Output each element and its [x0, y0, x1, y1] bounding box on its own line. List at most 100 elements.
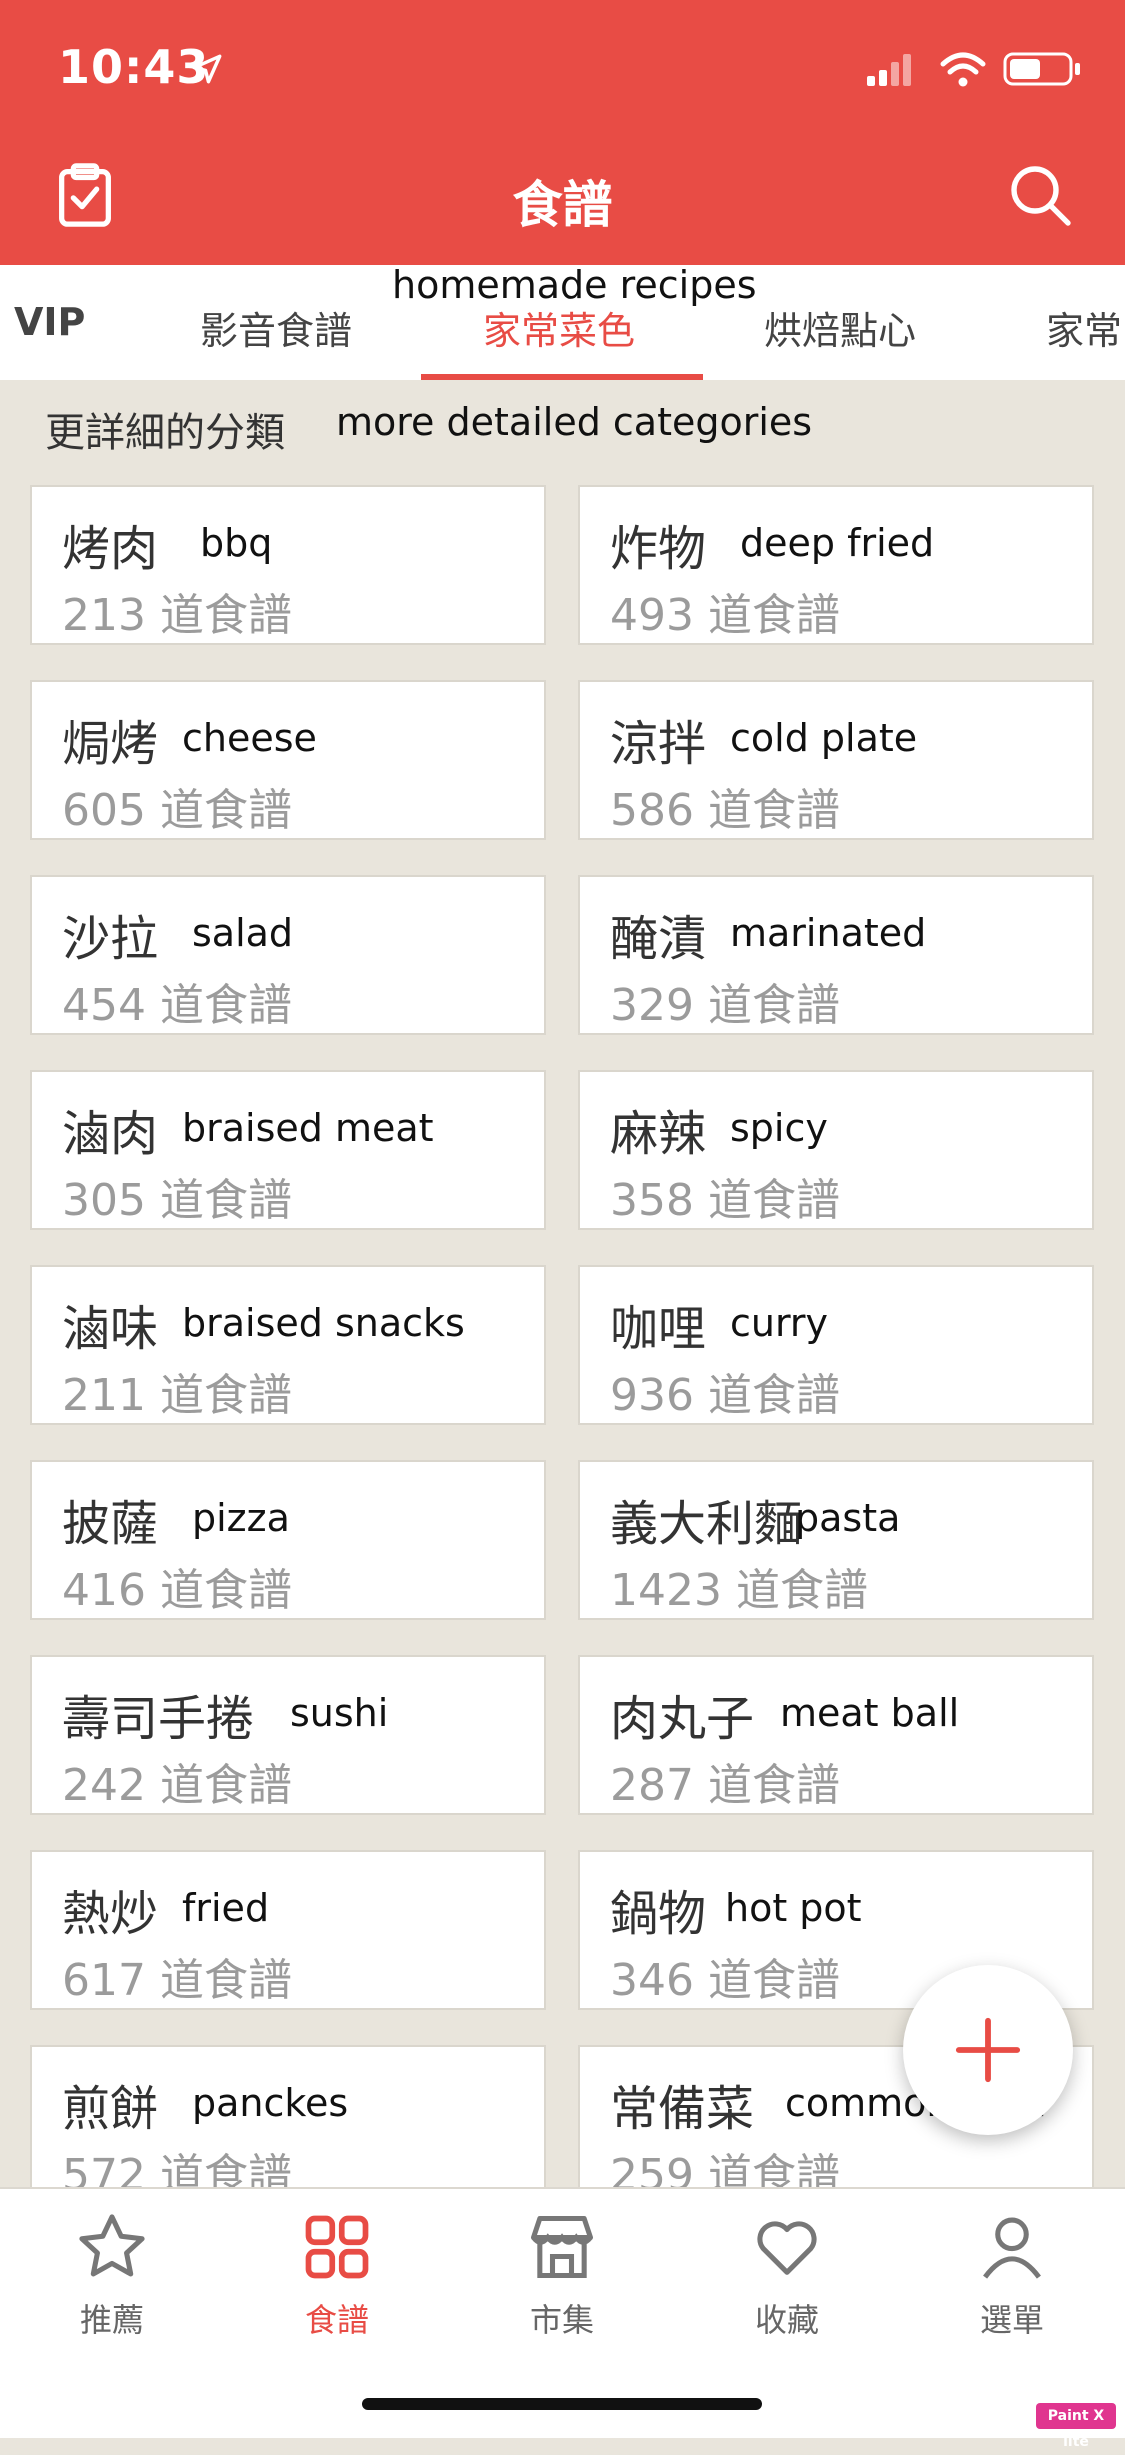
tab-video-recipes[interactable]: 影音食譜 — [200, 300, 352, 355]
recipe-count: 242 道食譜 — [62, 1760, 292, 1811]
category-annotation: pizza — [192, 1496, 290, 1540]
category-card[interactable]: 麻辣 spicy 358 道食譜 — [578, 1070, 1094, 1230]
star-icon — [79, 2214, 145, 2277]
category-annotation: braised meat — [182, 1106, 434, 1150]
category-annotation: pasta — [795, 1496, 901, 1540]
category-annotation: deep fried — [740, 521, 935, 565]
category-annotation: salad — [192, 911, 294, 955]
category-card[interactable]: 炸物 deep fried 493 道食譜 — [578, 485, 1094, 645]
section-annotation: more detailed categories — [336, 400, 813, 444]
nav-recipes[interactable]: 食譜 — [257, 2209, 417, 2341]
search-icon[interactable] — [1005, 160, 1077, 232]
tab-vip[interactable]: VIP — [14, 300, 85, 344]
category-name: 醃漬 — [610, 911, 707, 967]
category-name: 炸物 — [610, 521, 707, 577]
tab-annotation: homemade recipes — [392, 263, 757, 307]
category-name: 麻辣 — [610, 1106, 707, 1162]
nav-label: 市集 — [529, 2301, 594, 2339]
location-arrow-icon — [192, 54, 222, 84]
recipe-count: 454 道食譜 — [62, 980, 292, 1031]
category-annotation: spicy — [730, 1106, 828, 1150]
category-card[interactable]: 醃漬 marinated 329 道食譜 — [578, 875, 1094, 1035]
nav-label: 選單 — [979, 2301, 1044, 2339]
category-name: 滷味 — [62, 1301, 159, 1357]
add-recipe-button[interactable] — [903, 1965, 1073, 2135]
category-annotation: bbq — [200, 521, 273, 565]
category-annotation: braised snacks — [182, 1301, 465, 1345]
category-name: 煎餅 — [62, 2081, 159, 2137]
nav-recommend[interactable]: 推薦 — [32, 2209, 192, 2341]
recipe-count: 287 道食譜 — [610, 1760, 840, 1811]
nav-label: 推薦 — [79, 2301, 144, 2339]
tab-baking[interactable]: 烘焙點心 — [764, 300, 916, 355]
grid-icon — [305, 2215, 369, 2279]
category-annotation: fried — [182, 1886, 270, 1930]
recipe-count: 416 道食譜 — [62, 1565, 292, 1616]
nav-favorites[interactable]: 收藏 — [707, 2209, 867, 2341]
recipe-count: 605 道食譜 — [62, 785, 292, 836]
category-annotation: panckes — [192, 2081, 349, 2125]
category-card[interactable]: 焗烤 cheese 605 道食譜 — [30, 680, 546, 840]
category-card[interactable]: 滷肉 braised meat 305 道食譜 — [30, 1070, 546, 1230]
status-time: 10:43 — [58, 40, 210, 94]
section-title: 更詳細的分類 — [45, 410, 285, 456]
category-card[interactable]: 烤肉 bbq 213 道食譜 — [30, 485, 546, 645]
category-name: 滷肉 — [62, 1106, 159, 1162]
category-name: 焗烤 — [62, 716, 159, 772]
store-icon — [530, 2215, 594, 2279]
battery-icon — [1003, 52, 1080, 86]
category-annotation: sushi — [290, 1691, 389, 1735]
category-name: 披薩 — [62, 1496, 159, 1552]
nav-label: 食譜 — [304, 2301, 369, 2339]
wifi-icon — [940, 52, 986, 87]
recipe-count: 213 道食譜 — [62, 590, 292, 641]
category-name: 沙拉 — [62, 911, 159, 967]
category-card[interactable]: 義大利麵 pasta 1423 道食譜 — [578, 1460, 1094, 1620]
category-name: 壽司手捲 — [62, 1691, 255, 1747]
signal-icon — [867, 54, 911, 86]
recipe-count: 493 道食譜 — [610, 590, 840, 641]
category-name: 咖哩 — [610, 1301, 707, 1357]
category-name: 義大利麵 — [610, 1496, 803, 1552]
tab-home-cooking[interactable]: 家常菜色 — [483, 300, 635, 355]
category-annotation: cold plate — [730, 716, 918, 760]
recipe-count: 1423 道食譜 — [610, 1565, 868, 1616]
category-card[interactable]: 沙拉 salad 454 道食譜 — [30, 875, 546, 1035]
category-name: 熱炒 — [62, 1886, 159, 1942]
recipe-count: 211 道食譜 — [62, 1370, 292, 1421]
heart-icon — [757, 2221, 817, 2275]
tab-home-more[interactable]: 家常 — [1046, 300, 1122, 355]
category-name: 涼拌 — [610, 716, 707, 772]
category-annotation: cheese — [182, 716, 317, 760]
category-name: 肉丸子 — [610, 1691, 755, 1747]
recipe-count: 305 道食譜 — [62, 1175, 292, 1226]
app-header: 10:43 食譜 — [0, 0, 1125, 265]
home-indicator — [362, 2398, 762, 2410]
recipe-count: 358 道食譜 — [610, 1175, 840, 1226]
category-name: 烤肉 — [62, 521, 159, 577]
category-name: 常備菜 — [610, 2081, 755, 2137]
category-annotation: curry — [730, 1301, 829, 1345]
category-card[interactable]: 肉丸子 meat ball 287 道食譜 — [578, 1655, 1094, 1815]
recipe-count: 936 道食譜 — [610, 1370, 840, 1421]
category-card[interactable]: 煎餅 panckes 572 道食譜 — [30, 2045, 546, 2205]
active-tab-indicator — [421, 374, 703, 380]
category-card[interactable]: 涼拌 cold plate 586 道食譜 — [578, 680, 1094, 840]
category-card[interactable]: 壽司手捲 sushi 242 道食譜 — [30, 1655, 546, 1815]
person-icon — [983, 2217, 1041, 2279]
recipe-count: 329 道食譜 — [610, 980, 840, 1031]
recipe-count: 346 道食譜 — [610, 1955, 840, 2006]
category-card[interactable]: 滷味 braised snacks 211 道食譜 — [30, 1265, 546, 1425]
page-title: 食譜 — [512, 176, 613, 234]
category-annotation: meat ball — [780, 1691, 960, 1735]
category-card[interactable]: 咖哩 curry 936 道食譜 — [578, 1265, 1094, 1425]
category-card[interactable]: 熱炒 fried 617 道食譜 — [30, 1850, 546, 2010]
recipe-count: 617 道食譜 — [62, 1955, 292, 2006]
nav-menu[interactable]: 選單 — [932, 2209, 1092, 2341]
watermark-badge: Paint X lite — [1036, 2403, 1116, 2450]
category-annotation: marinated — [730, 911, 927, 955]
nav-market[interactable]: 市集 — [482, 2209, 642, 2341]
category-card[interactable]: 披薩 pizza 416 道食譜 — [30, 1460, 546, 1620]
status-icons — [867, 52, 1080, 87]
category-annotation: hot pot — [725, 1886, 862, 1930]
